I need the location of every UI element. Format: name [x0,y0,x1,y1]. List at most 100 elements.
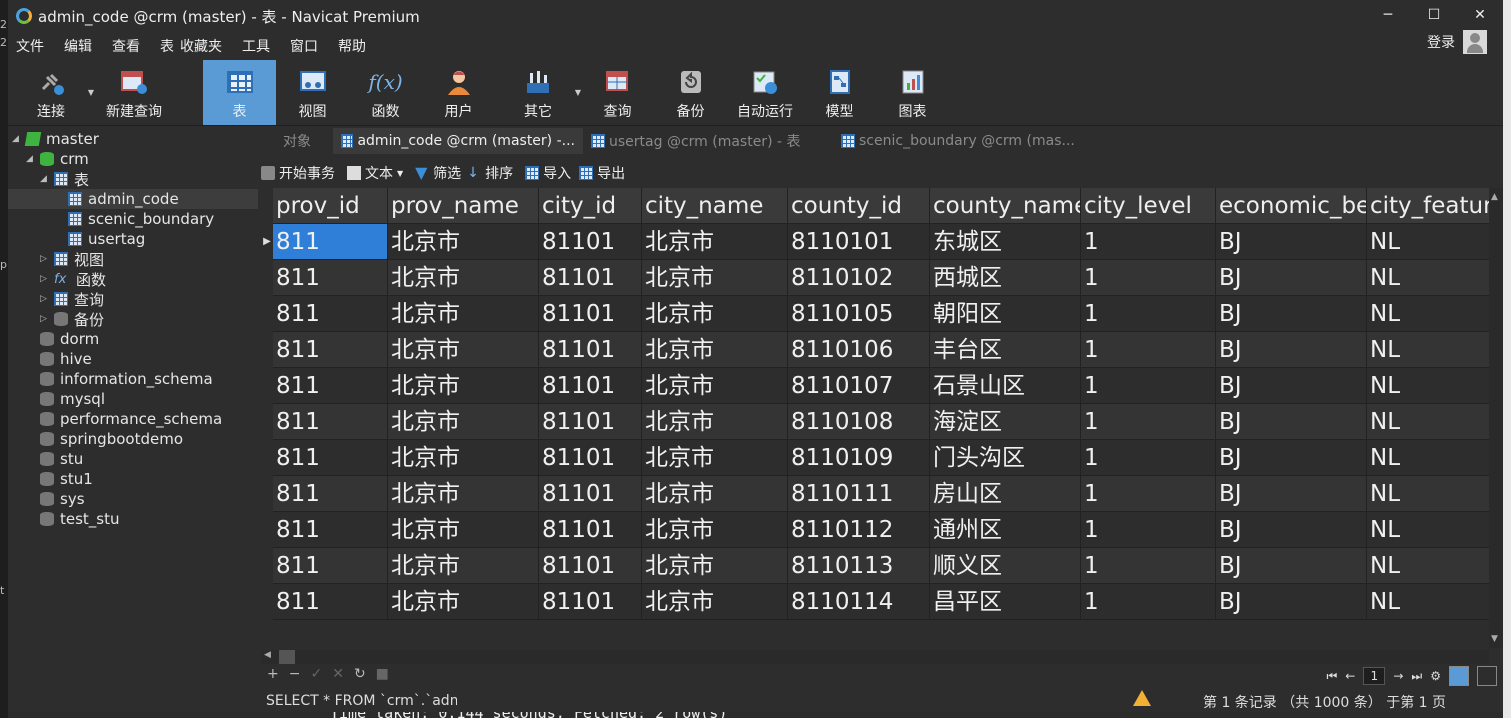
table-cell[interactable]: NL [1367,332,1489,368]
table-cell[interactable]: 8110101 [788,224,930,260]
grid-view-button[interactable] [1449,666,1469,686]
tab-scenic-boundary[interactable]: scenic_boundary @crm (mas... [833,128,1083,154]
warning-icon[interactable] [1133,690,1151,706]
table-cell[interactable]: 81101 [539,512,642,548]
refresh-button[interactable]: ↻ [354,666,366,682]
row-indicator[interactable] [261,584,273,620]
table-row[interactable]: 811 北京市 81101 北京市 8110105 朝阳区 1 BJ NL [273,296,1489,332]
table-cell[interactable]: BJ [1216,368,1367,404]
table-cell[interactable]: 81101 [539,548,642,584]
tree-database[interactable]: sys [40,489,85,509]
table-row[interactable]: 811 北京市 81101 北京市 8110113 顺义区 1 BJ NL [273,548,1489,584]
vertical-scrollbar[interactable]: ▲ ▼ [1489,188,1503,648]
first-page-button[interactable]: ⏮ [1326,669,1337,684]
horizontal-scrollbar[interactable]: ◀ [261,650,1489,664]
tree-connection-master[interactable]: ◢ master [12,129,99,149]
table-cell[interactable]: 811 [273,404,388,440]
tree-database-crm[interactable]: ◢ crm [26,149,89,169]
table-cell[interactable]: 8110113 [788,548,930,584]
table-cell[interactable]: 顺义区 [930,548,1081,584]
table-cell[interactable]: 1 [1081,296,1216,332]
row-indicator[interactable] [261,332,273,368]
tab-admin-code[interactable]: admin_code @crm (master) -... [333,128,583,154]
table-cell[interactable]: 北京市 [388,440,539,476]
table-cell[interactable]: 8110108 [788,404,930,440]
chevron-down-icon[interactable]: ◢ [40,174,50,184]
table-cell[interactable]: 西城区 [930,260,1081,296]
row-indicator[interactable] [261,260,273,296]
table-cell[interactable]: NL [1367,548,1489,584]
table-cell[interactable]: 81101 [539,260,642,296]
table-cell[interactable]: NL [1367,584,1489,620]
table-cell[interactable]: 8110111 [788,476,930,512]
table-cell[interactable]: 北京市 [388,584,539,620]
table-cell[interactable]: NL [1367,440,1489,476]
table-cell[interactable]: 北京市 [642,260,788,296]
table-cell[interactable]: BJ [1216,332,1367,368]
table-cell[interactable]: BJ [1216,440,1367,476]
table-cell[interactable]: 石景山区 [930,368,1081,404]
menu-view[interactable]: 查看 [110,36,152,56]
tree-group-tables[interactable]: ◢ 表 [40,169,89,189]
column-header[interactable]: city_level [1081,188,1216,224]
table-cell[interactable]: 北京市 [642,548,788,584]
table-cell[interactable]: 81101 [539,476,642,512]
row-indicator[interactable] [261,476,273,512]
backup-button[interactable]: 备份 [654,60,727,125]
tree-database[interactable]: mysql [40,389,105,409]
table-cell[interactable]: 房山区 [930,476,1081,512]
new-query-button[interactable]: 新建查询 [94,60,174,125]
table-cell[interactable]: 北京市 [388,224,539,260]
table-cell[interactable]: BJ [1216,584,1367,620]
table-cell[interactable]: 1 [1081,404,1216,440]
table-cell[interactable]: 通州区 [930,512,1081,548]
tree-database[interactable]: stu [40,449,83,469]
tree-group-functions[interactable]: ▷ fx 函数 [40,269,106,289]
row-indicator[interactable] [261,440,273,476]
tree-database[interactable]: springbootdemo [40,429,183,449]
menu-file[interactable]: 文件 [14,36,56,56]
table-cell[interactable]: 811 [273,224,388,260]
scroll-down-icon[interactable]: ▼ [1491,634,1498,644]
chevron-down-icon[interactable]: ◢ [12,134,22,144]
table-cell[interactable]: 北京市 [388,512,539,548]
table-cell[interactable]: NL [1367,224,1489,260]
tree-database[interactable]: dorm [40,329,99,349]
table-cell[interactable]: 朝阳区 [930,296,1081,332]
table-cell[interactable]: 北京市 [388,260,539,296]
table-cell[interactable]: 81101 [539,404,642,440]
table-cell[interactable]: 北京市 [642,368,788,404]
table-cell[interactable]: 811 [273,512,388,548]
table-cell[interactable]: 81101 [539,440,642,476]
table-cell[interactable]: BJ [1216,224,1367,260]
tab-usertag[interactable]: usertag @crm (master) - 表 [583,128,833,154]
connect-button[interactable]: 连接 ▼ [8,60,94,125]
table-cell[interactable]: 北京市 [642,224,788,260]
table-cell[interactable]: 811 [273,332,388,368]
table-cell[interactable]: 811 [273,260,388,296]
table-cell[interactable]: 8110107 [788,368,930,404]
begin-transaction-button[interactable]: 开始事务 [261,163,335,183]
table-cell[interactable]: BJ [1216,548,1367,584]
table-cell[interactable]: NL [1367,296,1489,332]
discard-changes-button[interactable]: ✕ [332,666,344,682]
table-cell[interactable]: 1 [1081,368,1216,404]
table-cell[interactable]: 81101 [539,296,642,332]
table-cell[interactable]: 北京市 [642,476,788,512]
column-header[interactable]: prov_id [273,188,388,224]
table-cell[interactable]: 81101 [539,584,642,620]
table-cell[interactable]: BJ [1216,296,1367,332]
user-button[interactable]: 用户 [422,60,495,125]
table-row[interactable]: 811 北京市 81101 北京市 8110114 昌平区 1 BJ NL [273,584,1489,620]
export-button[interactable]: 导出 [579,163,625,183]
chevron-down-icon[interactable]: ◢ [26,154,36,164]
table-cell[interactable]: 北京市 [642,332,788,368]
menu-help[interactable]: 帮助 [336,36,378,56]
row-indicator[interactable] [261,296,273,332]
tab-objects[interactable]: 对象 [261,128,333,154]
table-cell[interactable]: 8110112 [788,512,930,548]
chevron-right-icon[interactable]: ▷ [40,294,50,304]
query-button[interactable]: 查询 [581,60,654,125]
menu-edit[interactable]: 编辑 [62,36,104,56]
text-button[interactable]: 文本 ▼ [347,163,403,183]
